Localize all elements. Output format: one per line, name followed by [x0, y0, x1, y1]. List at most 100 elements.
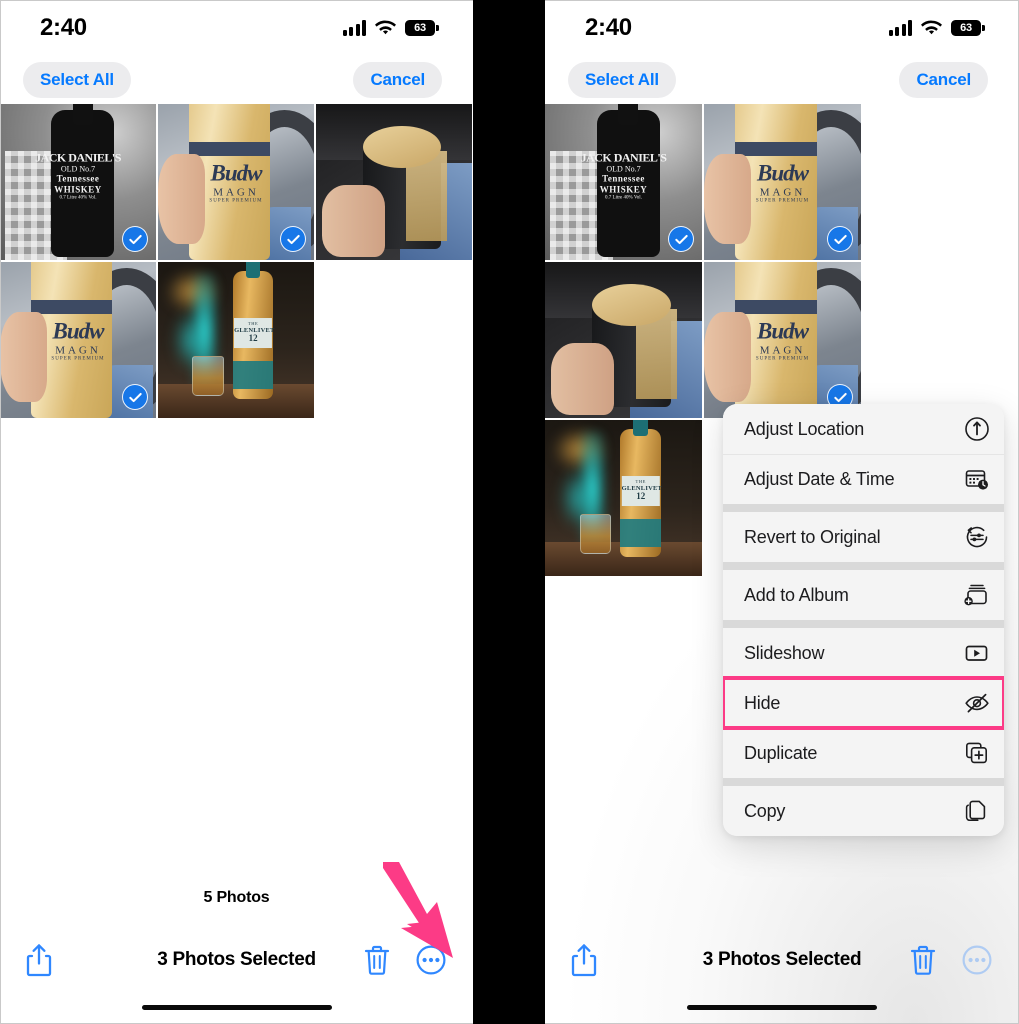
share-button[interactable]	[24, 943, 54, 977]
add-to-album-icon	[964, 584, 987, 606]
phone-screenshot-left: 2:40 63 Select All Cancel JACK DANIEL'S …	[0, 0, 473, 1024]
home-indicator	[141, 1005, 332, 1010]
menu-item-label: Copy	[744, 800, 786, 821]
menu-item-adjust-date-time[interactable]: Adjust Date & Time	[723, 454, 1004, 504]
status-time: 2:40	[585, 14, 632, 41]
context-menu: Adjust Location Adjust Date & Time Rever…	[723, 404, 1004, 836]
photo-label-text: SUPER PREMIUM	[209, 198, 263, 204]
battery-level: 63	[414, 22, 426, 34]
navigation-bar: Select All Cancel	[0, 56, 473, 104]
photo-label-text: Tennessee	[56, 173, 100, 184]
photo-artwork	[316, 104, 472, 260]
checkmark-icon	[286, 234, 300, 244]
photo-label-text: 0.7 Litre 40% Vol.	[605, 195, 642, 201]
menu-item-label: Hide	[744, 692, 781, 713]
cellular-signal-icon	[342, 20, 366, 36]
selection-checkmark[interactable]	[280, 226, 306, 252]
menu-item-label: Slideshow	[744, 642, 825, 663]
menu-item-label: Adjust Location	[744, 418, 865, 439]
battery-icon: 63	[951, 20, 985, 36]
photo-label-text: 12	[248, 332, 258, 343]
selection-checkmark[interactable]	[122, 226, 148, 252]
copy-pages-icon	[965, 800, 986, 822]
selection-checkmark[interactable]	[827, 226, 853, 252]
status-bar: 2:40 63	[0, 0, 473, 56]
photo-count-label: 5 Photos	[203, 889, 270, 906]
cancel-button[interactable]: Cancel	[899, 62, 988, 98]
photo-label-text: 12	[636, 490, 646, 501]
menu-group-divider	[723, 620, 1004, 628]
selection-checkmark[interactable]	[122, 384, 148, 410]
menu-item-label: Revert to Original	[744, 526, 881, 547]
selection-toolbar: 3 Photos Selected	[0, 929, 473, 991]
delete-button[interactable]	[910, 945, 936, 975]
select-all-button[interactable]: Select All	[23, 62, 131, 98]
photo-label-text: JACK DANIEL'S	[35, 150, 121, 165]
checkmark-icon	[128, 234, 142, 244]
photo-label-text: MAGN	[759, 186, 806, 199]
menu-item-revert-to-original[interactable]: Revert to Original	[723, 512, 1004, 562]
photo-thumbnail[interactable]: JACK DANIEL'S OLD No.7 Tennessee WHISKEY…	[0, 104, 156, 260]
photo-label-text: JACK DANIEL'S	[580, 150, 667, 165]
photo-thumbnail[interactable]: Budw MAGN SUPER PREMIUM	[704, 104, 861, 260]
eye-slash-icon	[965, 693, 989, 713]
photo-thumbnail[interactable]: THE GLENLIVET 12	[158, 262, 314, 418]
photo-thumbnail[interactable]: Budw MAGN SUPER PREMIUM	[0, 262, 156, 418]
photo-thumbnail[interactable]: Budw MAGN SUPER PREMIUM	[704, 262, 861, 418]
select-all-button[interactable]: Select All	[568, 62, 676, 98]
more-options-button[interactable]	[416, 945, 446, 975]
more-ellipsis-icon	[962, 945, 992, 975]
photo-label-text: OLD No.7	[606, 164, 641, 174]
cellular-signal-icon	[888, 20, 912, 36]
trash-icon	[364, 945, 390, 975]
menu-item-add-to-album[interactable]: Add to Album	[723, 570, 1004, 620]
photo-artwork: THE GLENLIVET 12	[545, 420, 702, 576]
photo-label-text: WHISKEY	[599, 184, 648, 195]
photo-label-text: 0.7 Litre 40% Vol.	[59, 195, 97, 201]
menu-item-adjust-location[interactable]: Adjust Location	[723, 404, 1004, 454]
navigation-bar: Select All Cancel	[545, 56, 1019, 104]
menu-item-copy[interactable]: Copy	[723, 786, 1004, 836]
checkmark-icon	[674, 234, 688, 244]
photo-label-text: WHISKEY	[54, 184, 102, 195]
photo-thumbnail[interactable]: THE GLENLIVET 12	[545, 420, 702, 576]
photo-label-text: Tennessee	[602, 173, 645, 184]
menu-item-duplicate[interactable]: Duplicate	[723, 728, 1004, 778]
selection-toolbar: 3 Photos Selected	[545, 929, 1019, 991]
revert-sliders-icon	[966, 526, 988, 548]
menu-item-label: Add to Album	[744, 584, 849, 605]
status-indicators: 63	[888, 20, 985, 36]
photo-thumbnail[interactable]	[316, 104, 472, 260]
photo-label-text: MAGN	[55, 344, 101, 357]
checkmark-icon	[833, 234, 847, 244]
menu-item-hide[interactable]: Hide	[723, 676, 1004, 730]
photo-thumbnail[interactable]: JACK DANIEL'S OLD No.7 Tennessee WHISKEY…	[545, 104, 702, 260]
battery-level: 63	[960, 22, 972, 34]
screenshot-root: 2:40 63 Select All Cancel JACK DANIEL'S …	[0, 0, 1019, 1024]
photo-artwork	[545, 262, 702, 418]
photo-thumbnail[interactable]: Budw MAGN SUPER PREMIUM	[158, 104, 314, 260]
menu-item-label: Duplicate	[744, 742, 818, 763]
home-indicator	[687, 1005, 877, 1010]
share-icon	[571, 944, 597, 977]
trash-icon	[910, 945, 936, 975]
menu-item-slideshow[interactable]: Slideshow	[723, 628, 1004, 678]
share-icon	[26, 944, 52, 977]
photo-label-text: Budw	[757, 318, 809, 344]
battery-icon: 63	[405, 20, 439, 36]
photo-label-text: MAGN	[213, 186, 259, 199]
wifi-icon	[921, 20, 942, 35]
share-button[interactable]	[569, 943, 599, 977]
photo-grid: JACK DANIEL'S OLD No.7 Tennessee WHISKEY…	[0, 104, 473, 418]
duplicate-plus-icon	[965, 742, 988, 764]
more-options-button[interactable]	[962, 945, 992, 975]
delete-button[interactable]	[364, 945, 390, 975]
wifi-icon	[375, 20, 396, 35]
checkmark-icon	[833, 392, 847, 402]
cancel-button[interactable]: Cancel	[353, 62, 442, 98]
status-indicators: 63	[342, 20, 439, 36]
photo-thumbnail[interactable]	[545, 262, 702, 418]
selection-checkmark[interactable]	[668, 226, 694, 252]
photo-artwork: THE GLENLIVET 12	[158, 262, 314, 418]
status-time: 2:40	[40, 14, 87, 41]
